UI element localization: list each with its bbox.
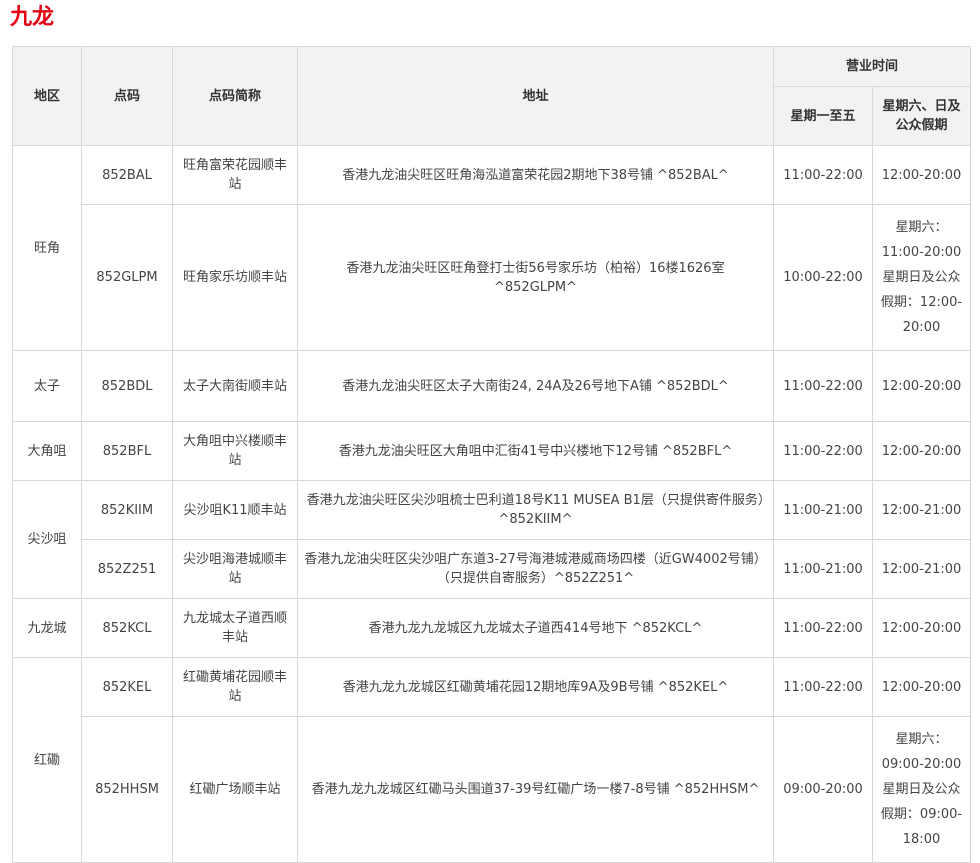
header-weekend: 星期六、日及公众假期	[871, 86, 972, 146]
address-cell: 香港九龙九龙城区红磡马头围道37-39号红磡广场一楼7-8号铺 ^852HHSM…	[297, 716, 774, 863]
weekday-hours-cell: 10:00-22:00	[773, 204, 873, 351]
table-row: 九龙城 852KCL 九龙城太子道西顺丰站 香港九龙九龙城区九龙城太子道西414…	[12, 598, 972, 658]
region-cell: 太子	[12, 350, 82, 422]
region-cell: 红磡	[12, 657, 82, 863]
weekday-hours-cell: 11:00-21:00	[773, 539, 873, 599]
header-region: 地区	[12, 46, 82, 146]
name-cell: 九龙城太子道西顺丰站	[172, 598, 298, 658]
address-cell: 香港九龙油尖旺区太子大南街24, 24A及26号地下A铺 ^852BDL^	[297, 350, 774, 422]
code-cell: 852KIIM	[81, 480, 173, 540]
weekend-hours-cell: 12:00-20:00	[871, 598, 972, 658]
name-cell: 尖沙咀海港城顺丰站	[172, 539, 298, 599]
weekday-hours-cell: 11:00-22:00	[773, 421, 873, 481]
weekday-hours-cell: 11:00-22:00	[773, 350, 873, 422]
name-cell: 大角咀中兴楼顺丰站	[172, 421, 298, 481]
table-row: 尖沙咀 852KIIM 尖沙咀K11顺丰站 香港九龙油尖旺区尖沙咀梳士巴利道18…	[12, 480, 972, 599]
service-point-table: 地区 点码 点码简称 地址 营业时间 星期一至五 星期六、日及公众假期 旺角 8…	[12, 46, 972, 863]
address-cell: 香港九龙九龙城区红磡黄埔花园12期地库9A及9B号铺 ^852KEL^	[297, 657, 774, 717]
weekend-hours-cell: 星期六：11:00-20:00 星期日及公众假期：12:00-20:00	[871, 204, 972, 351]
weekday-hours-cell: 11:00-21:00	[773, 480, 873, 540]
code-cell: 852BFL	[81, 421, 173, 481]
table-row: 红磡 852KEL 红磡黄埔花园顺丰站 香港九龙九龙城区红磡黄埔花园12期地库9…	[12, 657, 972, 863]
region-cell: 九龙城	[12, 598, 82, 658]
header-weekday: 星期一至五	[773, 86, 873, 146]
address-cell: 香港九龙九龙城区九龙城太子道西414号地下 ^852KCL^	[297, 598, 774, 658]
region-cell: 旺角	[12, 145, 82, 351]
address-cell: 香港九龙油尖旺区大角咀中汇街41号中兴楼地下12号铺 ^852BFL^	[297, 421, 774, 481]
code-cell: 852BDL	[81, 350, 173, 422]
code-cell: 852BAL	[81, 145, 173, 205]
header-name: 点码简称	[172, 46, 298, 146]
name-cell: 旺角家乐坊顺丰站	[172, 204, 298, 351]
name-cell: 尖沙咀K11顺丰站	[172, 480, 298, 540]
weekday-hours-cell: 11:00-22:00	[773, 145, 873, 205]
address-cell: 香港九龙油尖旺区旺角登打士街56号家乐坊（柏裕）16楼1626室 ^852GLP…	[297, 204, 774, 351]
table-row: 852Z251 尖沙咀海港城顺丰站 香港九龙油尖旺区尖沙咀广东道3-27号海港城…	[13, 539, 972, 599]
address-cell: 香港九龙油尖旺区尖沙咀梳士巴利道18号K11 MUSEA B1层（只提供寄件服务…	[297, 480, 774, 540]
address-cell: 香港九龙油尖旺区尖沙咀广东道3-27号海港城港威商场四楼（近GW4002号铺）（…	[297, 539, 774, 599]
header-code: 点码	[81, 46, 173, 146]
header-hours: 营业时间	[772, 46, 972, 87]
weekend-hours-cell: 12:00-21:00	[871, 480, 972, 540]
weekend-hours-cell: 12:00-20:00	[871, 145, 972, 205]
name-cell: 红磡广场顺丰站	[172, 716, 298, 863]
weekday-hours-cell: 11:00-22:00	[773, 598, 873, 658]
address-cell: 香港九龙油尖旺区旺角海泓道富荣花园2期地下38号铺 ^852BAL^	[297, 145, 774, 205]
region-cell: 大角咀	[12, 421, 82, 481]
table-row: 旺角 852BAL 旺角富荣花园顺丰站 香港九龙油尖旺区旺角海泓道富荣花园2期地…	[12, 145, 972, 351]
header-address: 地址	[297, 46, 774, 146]
name-cell: 旺角富荣花园顺丰站	[172, 145, 298, 205]
code-cell: 852HHSM	[81, 716, 173, 863]
code-cell: 852KCL	[81, 598, 173, 658]
weekend-hours-cell: 12:00-20:00	[871, 421, 972, 481]
region-cell: 尖沙咀	[12, 480, 82, 599]
page-title: 九龙	[10, 5, 55, 30]
code-cell: 852KEL	[81, 657, 173, 717]
name-cell: 红磡黄埔花园顺丰站	[172, 657, 298, 717]
name-cell: 太子大南街顺丰站	[172, 350, 298, 422]
table-row: 852GLPM 旺角家乐坊顺丰站 香港九龙油尖旺区旺角登打士街56号家乐坊（柏裕…	[13, 204, 972, 351]
code-cell: 852Z251	[81, 539, 173, 599]
table-row: 太子 852BDL 太子大南街顺丰站 香港九龙油尖旺区太子大南街24, 24A及…	[12, 350, 972, 422]
weekday-hours-cell: 11:00-22:00	[773, 657, 873, 717]
weekend-hours-cell: 12:00-20:00	[871, 350, 972, 422]
weekend-hours-cell: 12:00-20:00	[871, 657, 972, 717]
code-cell: 852GLPM	[81, 204, 173, 351]
weekend-hours-cell: 星期六：09:00-20:00 星期日及公众假期：09:00-18:00	[871, 716, 972, 863]
table-row: 852HHSM 红磡广场顺丰站 香港九龙九龙城区红磡马头围道37-39号红磡广场…	[13, 716, 972, 863]
weekend-hours-cell: 12:00-21:00	[871, 539, 972, 599]
table-row: 大角咀 852BFL 大角咀中兴楼顺丰站 香港九龙油尖旺区大角咀中汇街41号中兴…	[12, 421, 972, 481]
weekday-hours-cell: 09:00-20:00	[773, 716, 873, 863]
